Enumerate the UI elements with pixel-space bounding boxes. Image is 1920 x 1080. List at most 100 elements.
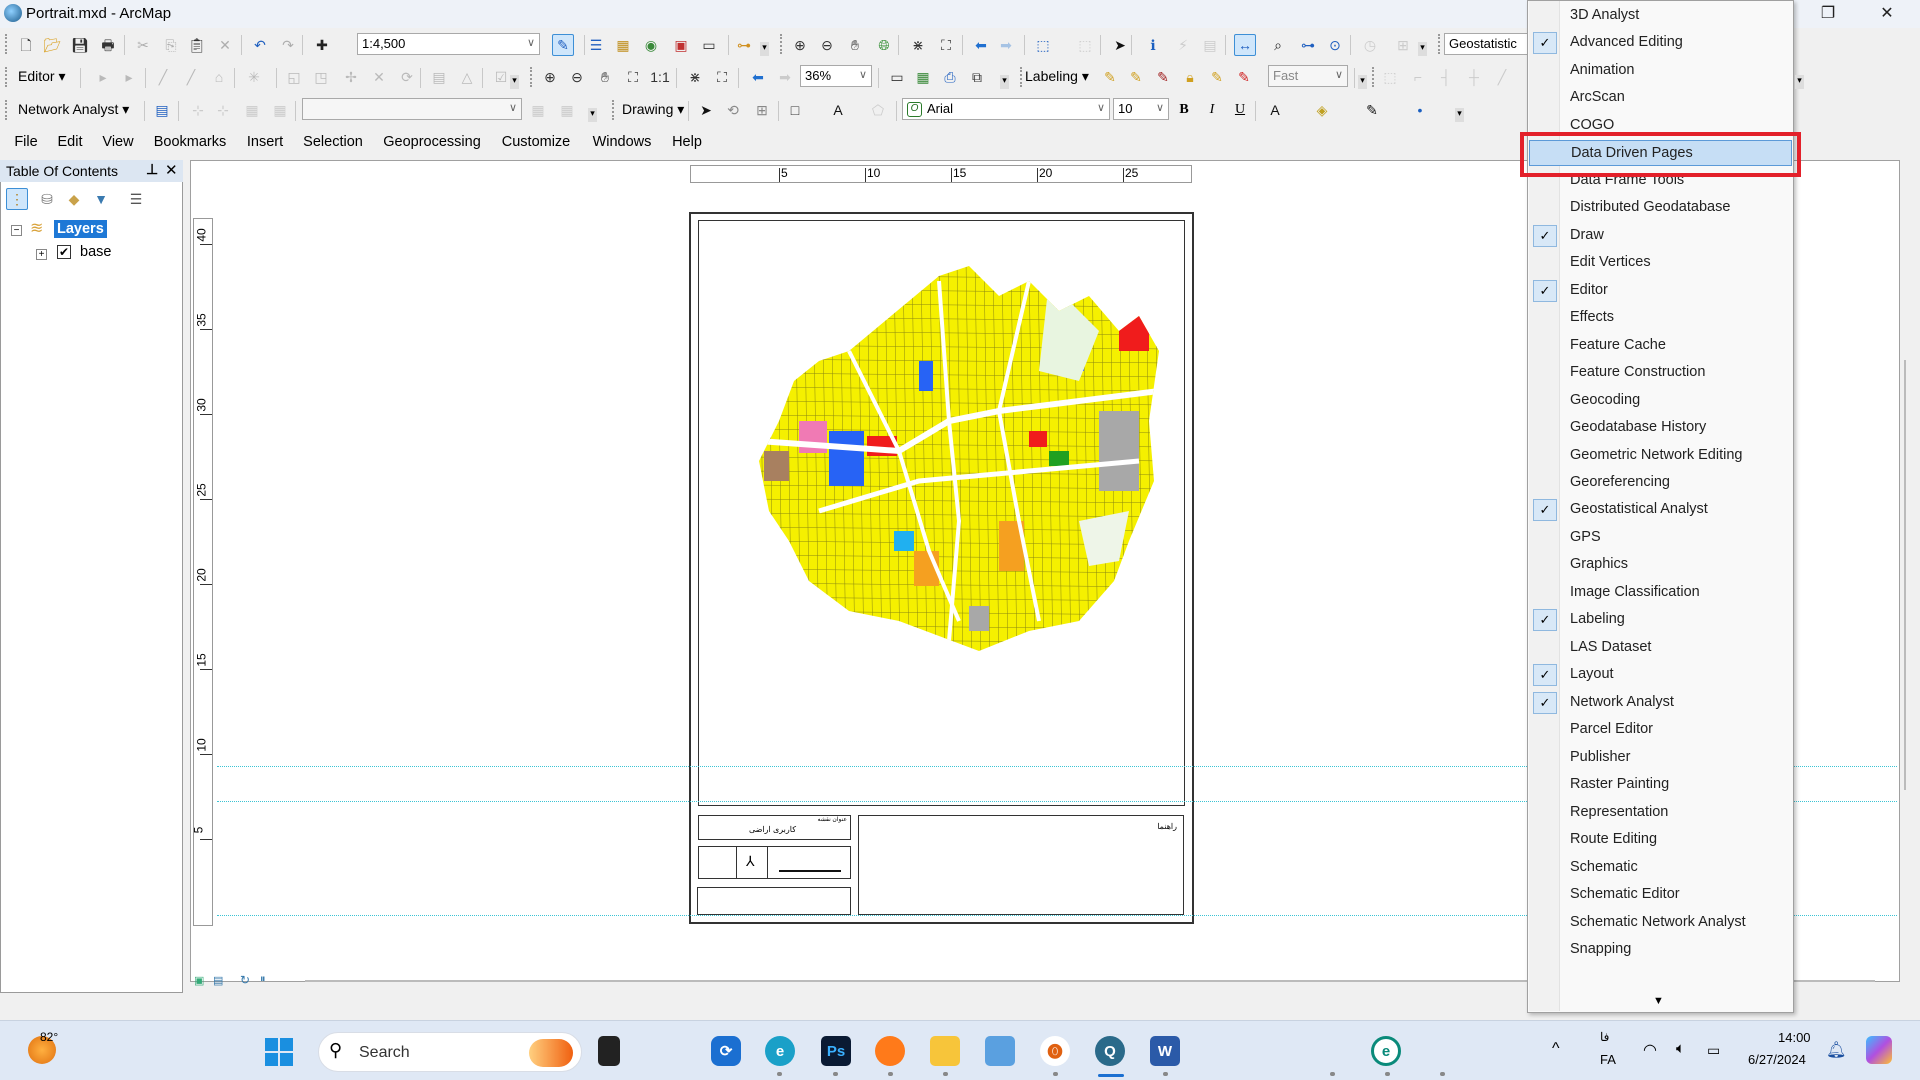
menu-item-edit-vertices[interactable]: Edit Vertices (1529, 250, 1792, 276)
italic-button[interactable]: I (1201, 99, 1223, 121)
layout-view-button[interactable]: ▤ (213, 974, 223, 987)
delete-icon[interactable]: ✕ (214, 34, 236, 56)
pin-icon[interactable]: ⊥ (146, 161, 158, 178)
app-e-icon[interactable]: e (1371, 1036, 1401, 1066)
menu-item-draw[interactable]: ✓ Draw (1529, 223, 1792, 249)
toolbar-grip[interactable] (5, 67, 8, 87)
menu-item-route-editing[interactable]: Route Editing (1529, 827, 1792, 853)
battery-icon[interactable]: ▭ (1707, 1042, 1720, 1059)
zoom-whole-page-icon[interactable]: ⛶ (622, 66, 644, 88)
copilot-icon[interactable] (1866, 1036, 1892, 1064)
save-icon[interactable]: 💾︎ (69, 34, 91, 56)
label-priority-icon[interactable]: ✎ (1125, 66, 1147, 88)
model-builder-icon[interactable]: ⊶ (733, 34, 755, 56)
edge-icon[interactable]: e (765, 1036, 795, 1066)
toolbar-grip[interactable] (1020, 67, 1023, 87)
file-explorer-icon[interactable] (930, 1036, 960, 1066)
network-analyst-menu-button[interactable]: Network Analyst ▾ (18, 101, 129, 118)
edit-annotation-icon[interactable]: ▸ (118, 66, 140, 88)
pause-drawing-icon[interactable]: ⏸ (260, 973, 266, 986)
menu-item-schematic-editor[interactable]: Schematic Editor (1529, 882, 1792, 908)
firefox-icon[interactable] (875, 1036, 905, 1066)
expand-icon[interactable]: + (36, 249, 47, 260)
search-window-icon[interactable]: ◉ (640, 34, 662, 56)
vertical-scrollbar[interactable] (1904, 360, 1906, 790)
menu-item-labeling[interactable]: ✓ Labeling (1529, 607, 1792, 633)
menu-bookmarks[interactable]: Bookmarks (154, 134, 227, 150)
attributes-icon[interactable]: ▤ (428, 66, 450, 88)
zoom-to-selected-icon[interactable]: ⊞ (751, 99, 773, 121)
app-icon[interactable]: ⟳ (711, 1036, 741, 1066)
previous-extent-icon[interactable]: ⬅ (747, 66, 769, 88)
network-identify-icon[interactable]: ▦ (556, 99, 578, 121)
toolbar-options-icon[interactable]: ▾ (510, 75, 519, 89)
wifi-icon[interactable]: ◠ (1643, 1040, 1657, 1060)
zoom-out-icon[interactable]: ⊖ (816, 34, 838, 56)
find-icon[interactable]: ⌕ (1267, 34, 1289, 56)
menu-item-image-classification[interactable]: Image Classification (1529, 580, 1792, 606)
menu-item-layout[interactable]: ✓ Layout (1529, 662, 1792, 688)
toolbar-options-icon[interactable]: ▾ (1455, 108, 1464, 122)
create-network-location-icon[interactable]: ⊹ (187, 99, 209, 121)
directions-icon[interactable]: ▦ (269, 99, 291, 121)
solve-grid-icon[interactable]: ▦ (241, 99, 263, 121)
menu-item-schematic[interactable]: Schematic (1529, 855, 1792, 881)
close-button[interactable]: ✕ (1864, 2, 1910, 26)
menu-item-animation[interactable]: Animation (1529, 58, 1792, 84)
cut-icon[interactable]: ✂ (132, 34, 154, 56)
menu-item-effects[interactable]: Effects (1529, 305, 1792, 331)
menu-customize[interactable]: Customize (502, 134, 571, 150)
menu-item-feature-construction[interactable]: Feature Construction (1529, 360, 1792, 386)
paste-icon[interactable]: 📋︎ (186, 34, 208, 56)
toolbar-options-icon[interactable]: ▾ (1795, 75, 1804, 89)
toolbar-options-icon[interactable]: ▾ (588, 108, 597, 122)
menu-item-editor[interactable]: ✓ Editor (1529, 278, 1792, 304)
collapse-icon[interactable]: − (11, 225, 22, 236)
scale-north-box[interactable]: ⅄ (698, 846, 851, 879)
topology-icon[interactable]: ⬚ (1379, 66, 1401, 88)
rotate-element-icon[interactable]: ⟲ (722, 99, 744, 121)
copy-icon[interactable]: ⎘ (160, 34, 182, 56)
menu-item-representation[interactable]: Representation (1529, 800, 1792, 826)
toc-close-button[interactable]: ✕ (165, 161, 178, 179)
toolbar-grip[interactable] (5, 34, 8, 54)
label-weight-icon[interactable]: ✎ (1152, 66, 1174, 88)
layout-fixed-zoom-in-icon[interactable]: ⋇ (684, 66, 706, 88)
build-network-icon[interactable]: ▦ (527, 99, 549, 121)
toc-window-icon[interactable]: ☰ (585, 34, 607, 56)
lock-labels-icon[interactable]: 🔒︎ (1179, 66, 1201, 88)
layer-name[interactable]: base (80, 244, 111, 260)
font-size-combo[interactable]: 10 ∨ (1113, 98, 1169, 120)
toolbar-options-icon[interactable]: ▾ (1358, 75, 1367, 89)
back-extent-icon[interactable]: ⬅ (970, 34, 992, 56)
menu-insert[interactable]: Insert (247, 134, 283, 150)
data-frame[interactable] (698, 220, 1185, 806)
data-view-button[interactable]: ▣ (194, 974, 204, 987)
taskbar-search-box[interactable]: ⚲ Search (318, 1032, 582, 1072)
word-icon[interactable]: W (1150, 1036, 1180, 1066)
arcmap-taskbar-icon[interactable]: Q (1095, 1036, 1125, 1066)
menu-item-publisher[interactable]: Publisher (1529, 745, 1792, 771)
toolbar-grip[interactable] (1438, 34, 1441, 54)
rotate-icon[interactable]: ⟳ (396, 66, 418, 88)
menu-item-graphics[interactable]: Graphics (1529, 552, 1792, 578)
map-scale-combo[interactable]: 1:4,500 ∨ (357, 33, 540, 55)
create-features-icon[interactable]: ☑ (490, 66, 512, 88)
clock-date[interactable]: 6/27/2024 (1748, 1052, 1806, 1067)
menu-item-parcel-editor[interactable]: Parcel Editor (1529, 717, 1792, 743)
refresh-icon[interactable]: ↻ (240, 973, 250, 987)
menu-view[interactable]: View (102, 134, 133, 150)
forward-extent-icon[interactable]: ➡ (995, 34, 1017, 56)
unplaced-labels-icon[interactable]: ✎ (1233, 66, 1255, 88)
label-quality-combo[interactable]: Fast ∨ (1268, 65, 1348, 87)
html-popup-icon[interactable]: ▤ (1199, 34, 1221, 56)
layout-pan-icon[interactable]: ✋︎ (594, 66, 616, 88)
measure-icon[interactable]: ↔ (1234, 34, 1256, 56)
identify-icon[interactable]: ℹ (1142, 34, 1164, 56)
options-button[interactable]: ☰ (125, 188, 147, 210)
toolbar-options-icon[interactable]: ▾ (1418, 42, 1427, 56)
find-route-icon[interactable]: ⊶ (1297, 34, 1319, 56)
open-icon[interactable]: 📂︎ (41, 34, 63, 56)
data-driven-pages-icon[interactable]: ⧉ (966, 66, 988, 88)
pause-labeling-icon[interactable]: ✎ (1206, 66, 1228, 88)
